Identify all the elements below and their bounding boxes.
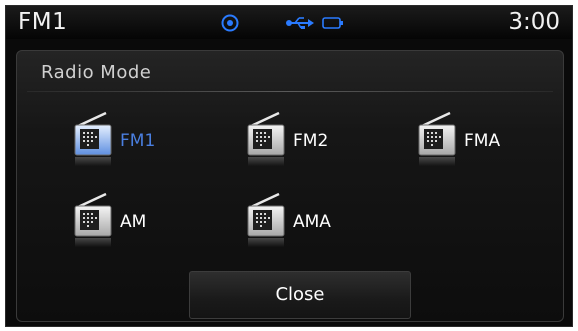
radio-mode-dialog: Radio Mode FM1 FM2 FMA AM AMA Close	[16, 50, 564, 322]
clock: 3:00	[508, 9, 560, 35]
radio-option-label: FM2	[293, 131, 329, 151]
radio-icon	[247, 111, 285, 166]
radio-icon	[418, 111, 456, 166]
radio-option-label: AM	[120, 212, 147, 232]
current-mode: FM1	[18, 9, 68, 35]
head-unit-screen: FM1 3:00 Radio Mode FM1 FM2 FMA AM AMA C…	[5, 5, 573, 327]
radio-icon	[74, 111, 112, 166]
battery-icon	[322, 17, 343, 29]
close-button[interactable]: Close	[189, 271, 411, 319]
radio-icon	[247, 192, 285, 247]
title-divider	[27, 91, 553, 92]
dialog-title: Radio Mode	[41, 62, 152, 83]
radio-option-label: AMA	[293, 212, 331, 232]
status-bar: FM1 3:00	[6, 6, 572, 39]
radio-option-am[interactable]: AM	[72, 192, 222, 248]
radio-option-fma[interactable]: FMA	[416, 111, 566, 167]
radio-option-label: FMA	[464, 131, 501, 151]
usb-icon	[286, 17, 314, 29]
radio-option-fm1[interactable]: FM1	[72, 111, 222, 167]
radio-option-label: FM1	[120, 131, 156, 151]
navigation-icon	[221, 14, 239, 32]
radio-icon	[74, 192, 112, 247]
radio-option-fm2[interactable]: FM2	[245, 111, 395, 167]
radio-option-ama[interactable]: AMA	[245, 192, 395, 248]
